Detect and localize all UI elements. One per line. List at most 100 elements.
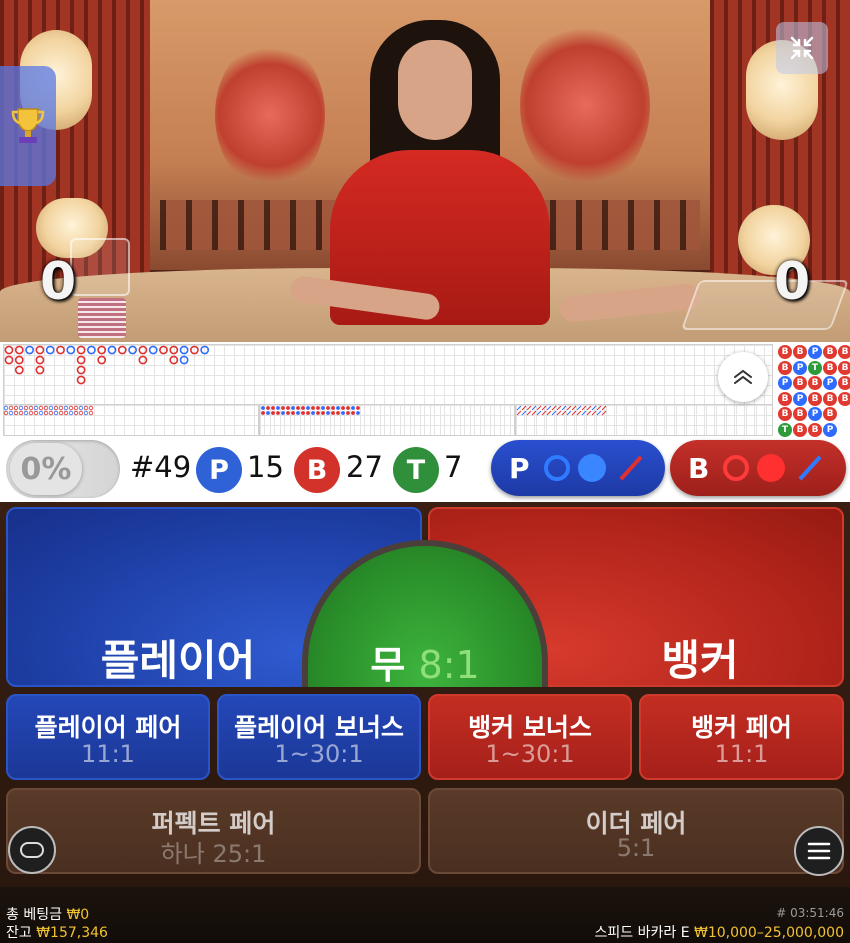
derived-road-mark — [73, 410, 79, 416]
derived-road-mark — [83, 410, 89, 416]
tie-wins-count: 7 — [444, 450, 463, 484]
derived-road-mark — [311, 411, 315, 415]
either-pair-bet[interactable]: 이더 페어 5:1 — [428, 788, 844, 874]
live-video-feed — [0, 0, 850, 342]
derived-road-mark — [68, 405, 74, 411]
derived-road-mark — [531, 405, 537, 411]
derived-road-mark — [546, 410, 552, 416]
derived-road-mark — [351, 406, 355, 410]
perfect-pair-bet[interactable]: 퍼펙트 페어 하나 25:1 — [6, 788, 421, 874]
big-road-mark — [56, 345, 65, 355]
player-predict-button[interactable]: P — [491, 440, 665, 496]
tie-wins-badge: T — [393, 447, 439, 493]
balance-row: 잔고 ₩157,346 — [6, 922, 108, 942]
derived-road-mark — [301, 406, 305, 410]
total-bet-label: 총 베팅금 — [6, 907, 62, 923]
derived-road-mark — [261, 411, 265, 415]
derived-road-mark — [8, 410, 14, 416]
derived-road-mark — [531, 410, 537, 416]
bead-road-mark: B — [823, 360, 837, 375]
derived-road-mark — [601, 410, 607, 416]
derived-road-mark — [351, 411, 355, 415]
derived-road-mark — [596, 410, 602, 416]
derived-road-mark — [321, 411, 325, 415]
derived-road-mark — [78, 410, 84, 416]
bead-road-mark: B — [808, 422, 822, 437]
big-eye-ring-icon — [723, 455, 750, 481]
bead-road-mark: P — [778, 376, 792, 390]
bead-road-mark: B — [778, 360, 792, 375]
derived-road-mark — [561, 405, 567, 411]
expand-roadmap-button[interactable] — [718, 352, 768, 402]
big-road-mark — [76, 375, 86, 385]
big-road-mark — [169, 345, 179, 355]
player-wins-badge: P — [196, 447, 242, 493]
big-road-mark — [4, 345, 14, 355]
derived-road-mark — [581, 410, 587, 416]
derived-road-mark — [18, 405, 24, 411]
banker-wins-count: 27 — [346, 450, 383, 484]
derived-road-mark — [266, 406, 270, 410]
card-shoe — [70, 238, 130, 296]
player-predict-label: P — [509, 451, 530, 485]
player-score: 0 — [40, 252, 77, 312]
derived-road-mark — [301, 411, 305, 415]
derived-road-mark — [8, 405, 14, 411]
chevron-up-icon — [734, 369, 752, 384]
derived-road-mark — [286, 406, 290, 410]
balance-label: 잔고 — [6, 925, 32, 941]
banker-pair-label: 뱅커 페어 — [691, 713, 792, 742]
dealer-face — [398, 40, 472, 140]
derived-road-mark — [331, 411, 335, 415]
derived-road-mark — [561, 410, 567, 416]
bead-road-mark: P — [793, 391, 807, 406]
percent-toggle-knob[interactable]: 0% — [10, 443, 82, 495]
derived-road-mark — [63, 405, 69, 411]
derived-road-mark — [78, 405, 84, 411]
derived-road-mark — [28, 410, 34, 416]
derived-road-mark — [281, 411, 285, 415]
player-bonus-bet[interactable]: 플레이어 보너스 1~30:1 — [217, 694, 421, 780]
big-road-mark — [189, 345, 199, 355]
player-wins-count: 15 — [247, 450, 284, 484]
player-bonus-odds: 1~30:1 — [274, 740, 364, 768]
banker-pair-bet[interactable]: 뱅커 페어 11:1 — [639, 694, 844, 780]
chip-tray-button[interactable] — [8, 826, 56, 874]
derived-road-mark — [576, 405, 582, 411]
bead-road-mark: T — [808, 360, 822, 375]
derived-road-mark — [48, 410, 54, 416]
bead-road-mark: P — [793, 360, 807, 375]
derived-road-mark — [601, 405, 607, 411]
derived-road-mark — [336, 411, 340, 415]
table-info: 스피드 바카라 E ₩10,000–25,000,000 — [560, 922, 844, 942]
banker-bonus-bet[interactable]: 뱅커 보너스 1~30:1 — [428, 694, 632, 780]
derived-road-mark — [521, 410, 527, 416]
banker-predict-button[interactable]: B — [670, 440, 846, 496]
derived-road-mark — [266, 411, 270, 415]
collapse-video-button[interactable] — [776, 22, 828, 74]
player-pair-bet[interactable]: 플레이어 페어 11:1 — [6, 694, 210, 780]
total-bet-row: 총 베팅금 ₩0 — [6, 904, 89, 924]
bead-road-mark: P — [823, 422, 837, 437]
derived-road-mark — [526, 410, 532, 416]
player-bet-label: 플레이어 — [100, 636, 256, 685]
player-pair-odds: 11:1 — [81, 740, 135, 768]
hamburger-menu-icon — [807, 842, 831, 860]
derived-road-mark — [261, 406, 265, 410]
bead-road-mark: P — [823, 376, 837, 390]
derived-road-mark — [73, 405, 79, 411]
big-road-mark — [66, 345, 76, 355]
trophy-button[interactable] — [0, 66, 56, 186]
big-road-mark — [200, 345, 210, 355]
bead-road-mark: B — [793, 376, 807, 390]
banker-pair-odds: 11:1 — [714, 740, 769, 768]
menu-button[interactable] — [794, 826, 844, 876]
derived-road-mark — [13, 405, 19, 411]
big-eye-ring-icon — [543, 455, 570, 481]
derived-road-mark — [341, 411, 345, 415]
derived-road-mark — [38, 410, 44, 416]
derived-road-mark — [516, 410, 522, 416]
bead-road-mark: B — [838, 360, 850, 375]
derived-road-mark — [276, 406, 280, 410]
derived-road-mark — [356, 406, 360, 410]
